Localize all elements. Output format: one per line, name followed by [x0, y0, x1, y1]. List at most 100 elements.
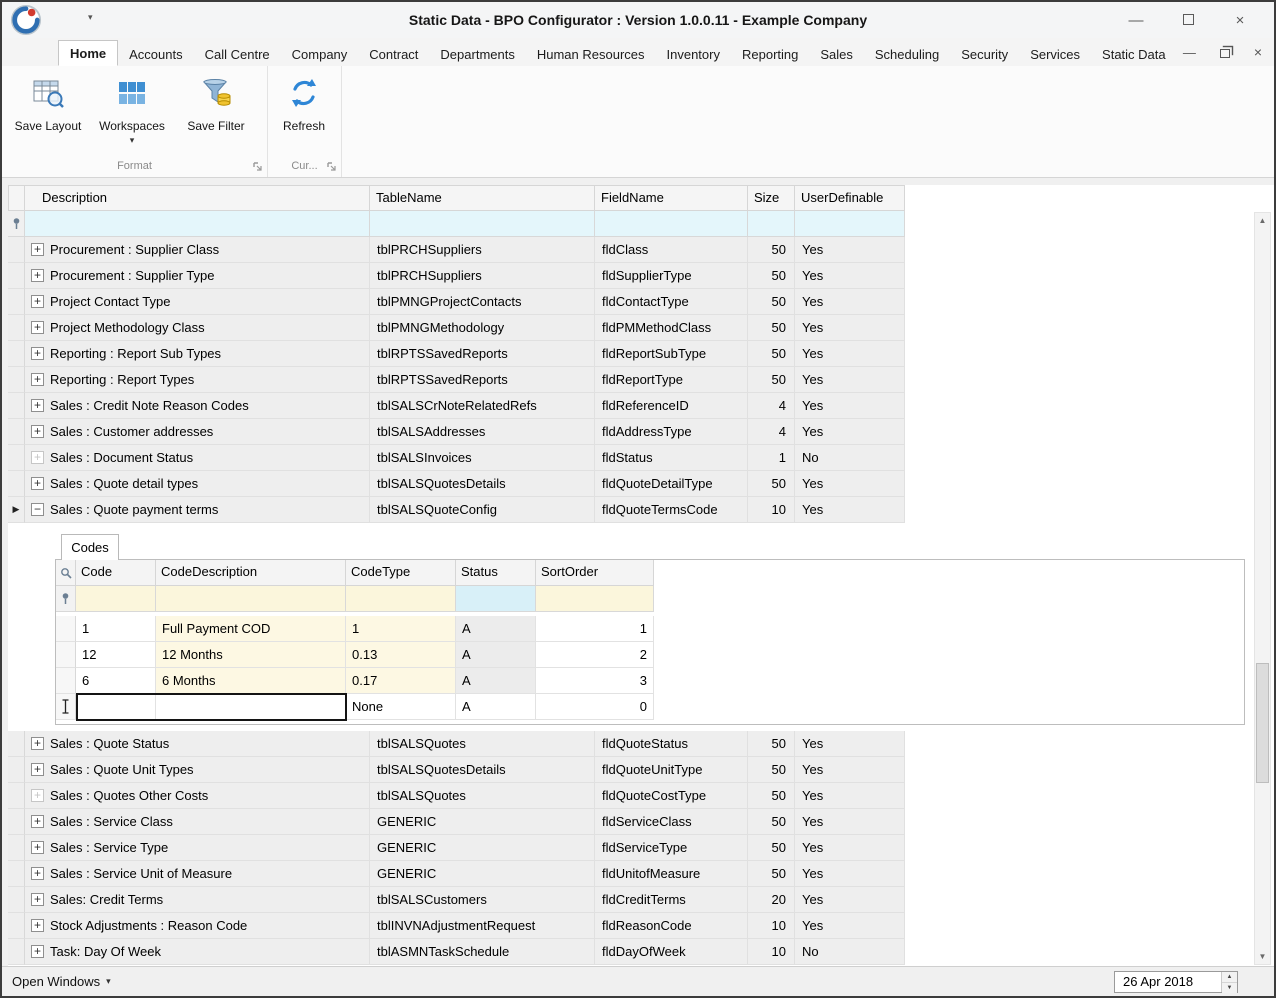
- mdi-minimize-button[interactable]: —: [1183, 45, 1196, 60]
- expand-row-icon[interactable]: +: [31, 919, 44, 932]
- table-row[interactable]: +Project Methodology ClasstblPMNGMethodo…: [8, 315, 1274, 341]
- sortorder-cell[interactable]: 0: [536, 694, 654, 720]
- table-row[interactable]: +Sales : Quotes Other CoststblSALSQuotes…: [8, 783, 1274, 809]
- expand-row-icon[interactable]: +: [31, 269, 44, 282]
- table-row[interactable]: +Task: Day Of WeektblASMNTaskSchedulefld…: [8, 939, 1274, 965]
- filter-description-input[interactable]: [25, 211, 370, 237]
- table-row[interactable]: +Sales: Credit TermstblSALSCustomersfldC…: [8, 887, 1274, 913]
- table-row[interactable]: +Stock Adjustments : Reason CodetblINVNA…: [8, 913, 1274, 939]
- date-spin-up-button[interactable]: ▲: [1222, 972, 1237, 982]
- scroll-up-icon[interactable]: ▲: [1255, 213, 1270, 228]
- table-row[interactable]: ▶−Sales : Quote payment termstblSALSQuot…: [8, 497, 1274, 523]
- expand-row-icon[interactable]: +: [31, 451, 44, 464]
- codes-row[interactable]: 66 Months0.17A3: [56, 668, 1244, 694]
- expand-row-icon[interactable]: +: [31, 373, 44, 386]
- codes-header-sortorder[interactable]: SortOrder: [536, 560, 654, 586]
- filter-size-input[interactable]: [748, 211, 795, 237]
- expand-row-icon[interactable]: +: [31, 399, 44, 412]
- sortorder-cell[interactable]: 1: [536, 616, 654, 642]
- tab-static-data[interactable]: Static Data: [1091, 42, 1177, 66]
- expand-row-icon[interactable]: +: [31, 425, 44, 438]
- table-row[interactable]: +Sales : Quote Unit TypestblSALSQuotesDe…: [8, 757, 1274, 783]
- codetype-cell[interactable]: 0.13: [346, 642, 456, 668]
- codes-row[interactable]: 1Full Payment COD1A1: [56, 616, 1244, 642]
- header-tablename[interactable]: TableName: [370, 185, 595, 211]
- code-cell[interactable]: 1: [76, 616, 156, 642]
- header-userdefinable[interactable]: UserDefinable: [795, 185, 905, 211]
- mdi-restore-button[interactable]: [1220, 49, 1230, 58]
- table-row[interactable]: +Reporting : Report TypestblRPTSSavedRep…: [8, 367, 1274, 393]
- expand-row-icon[interactable]: +: [31, 737, 44, 750]
- minimize-button[interactable]: —: [1110, 12, 1162, 29]
- status-cell[interactable]: A: [456, 694, 536, 720]
- filter-fieldname-input[interactable]: [595, 211, 748, 237]
- maximize-button[interactable]: [1162, 12, 1214, 29]
- table-row[interactable]: +Sales : Customer addressestblSALSAddres…: [8, 419, 1274, 445]
- codes-filter-code-input[interactable]: [76, 586, 156, 612]
- code-cell[interactable]: [76, 694, 156, 720]
- expand-row-icon[interactable]: +: [31, 477, 44, 490]
- sortorder-cell[interactable]: 3: [536, 668, 654, 694]
- close-button[interactable]: ×: [1214, 12, 1266, 29]
- tab-call-centre[interactable]: Call Centre: [194, 42, 281, 66]
- detail-tab-codes[interactable]: Codes: [61, 534, 119, 560]
- expand-row-icon[interactable]: +: [31, 893, 44, 906]
- table-row[interactable]: +Sales : Service Unit of MeasureGENERICf…: [8, 861, 1274, 887]
- expand-row-icon[interactable]: +: [31, 815, 44, 828]
- expand-row-icon[interactable]: +: [31, 763, 44, 776]
- open-windows-button[interactable]: Open Windows ▾: [12, 974, 111, 989]
- codedescription-cell[interactable]: 12 Months: [156, 642, 346, 668]
- codetype-cell[interactable]: None: [346, 694, 456, 720]
- table-row[interactable]: +Sales : Credit Note Reason CodestblSALS…: [8, 393, 1274, 419]
- filter-userdefinable-input[interactable]: [795, 211, 905, 237]
- expand-row-icon[interactable]: +: [31, 789, 44, 802]
- codes-header-code[interactable]: Code: [76, 560, 156, 586]
- table-row[interactable]: +Sales : Document StatustblSALSInvoicesf…: [8, 445, 1274, 471]
- vertical-scrollbar[interactable]: ▲ ▼: [1254, 212, 1271, 965]
- codedescription-cell[interactable]: 6 Months: [156, 668, 346, 694]
- codes-row[interactable]: NoneA0: [56, 694, 1244, 720]
- expand-row-icon[interactable]: +: [31, 867, 44, 880]
- expand-row-icon[interactable]: +: [31, 945, 44, 958]
- filter-tablename-input[interactable]: [370, 211, 595, 237]
- codes-header-codetype[interactable]: CodeType: [346, 560, 456, 586]
- scroll-down-icon[interactable]: ▼: [1255, 949, 1270, 964]
- codes-header-codedescription[interactable]: CodeDescription: [156, 560, 346, 586]
- tab-inventory[interactable]: Inventory: [656, 42, 731, 66]
- tab-security[interactable]: Security: [950, 42, 1019, 66]
- table-row[interactable]: +Procurement : Supplier ClasstblPRCHSupp…: [8, 237, 1274, 263]
- tab-home[interactable]: Home: [58, 40, 118, 66]
- table-row[interactable]: +Sales : Quote detail typestblSALSQuotes…: [8, 471, 1274, 497]
- tab-sales[interactable]: Sales: [809, 42, 864, 66]
- table-row[interactable]: +Sales : Quote StatustblSALSQuotesfldQuo…: [8, 731, 1274, 757]
- tab-reporting[interactable]: Reporting: [731, 42, 809, 66]
- current-dialog-launcher-icon[interactable]: [327, 162, 338, 173]
- save-filter-button[interactable]: Save Filter: [174, 72, 258, 133]
- save-layout-button[interactable]: Save Layout: [6, 72, 90, 133]
- header-fieldname[interactable]: FieldName: [595, 185, 748, 211]
- mdi-close-button[interactable]: ×: [1254, 44, 1262, 60]
- format-dialog-launcher-icon[interactable]: [253, 162, 264, 173]
- tab-company[interactable]: Company: [281, 42, 359, 66]
- table-row[interactable]: +Sales : Service TypeGENERICfldServiceTy…: [8, 835, 1274, 861]
- codetype-cell[interactable]: 0.17: [346, 668, 456, 694]
- tab-services[interactable]: Services: [1019, 42, 1091, 66]
- codetype-cell[interactable]: 1: [346, 616, 456, 642]
- codes-filter-codedescription-input[interactable]: [156, 586, 346, 612]
- status-cell[interactable]: A: [456, 668, 536, 694]
- code-cell[interactable]: 6: [76, 668, 156, 694]
- date-spin-down-button[interactable]: ▼: [1222, 982, 1237, 993]
- tab-departments[interactable]: Departments: [429, 42, 525, 66]
- tab-human-resources[interactable]: Human Resources: [526, 42, 656, 66]
- tab-accounts[interactable]: Accounts: [118, 42, 193, 66]
- expand-row-icon[interactable]: +: [31, 243, 44, 256]
- codedescription-cell[interactable]: Full Payment COD: [156, 616, 346, 642]
- table-row[interactable]: +Project Contact TypetblPMNGProjectConta…: [8, 289, 1274, 315]
- tab-contract[interactable]: Contract: [358, 42, 429, 66]
- table-row[interactable]: +Reporting : Report Sub TypestblRPTSSave…: [8, 341, 1274, 367]
- expand-row-icon[interactable]: +: [31, 295, 44, 308]
- scroll-thumb[interactable]: [1256, 663, 1269, 783]
- sortorder-cell[interactable]: 2: [536, 642, 654, 668]
- expand-row-icon[interactable]: +: [31, 321, 44, 334]
- expand-row-icon[interactable]: +: [31, 841, 44, 854]
